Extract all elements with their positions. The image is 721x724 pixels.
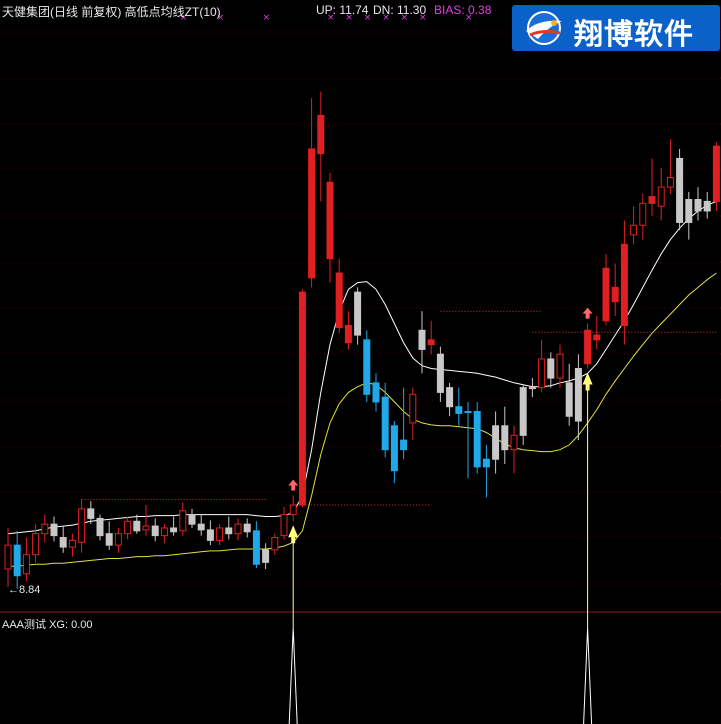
candle-body: [574, 368, 582, 422]
candle-body: [298, 291, 306, 506]
chart-window: ×××××××××××××× 天健集团(日线 前复权) 高低点均线ZT(10) …: [0, 0, 721, 724]
candle-body: [50, 523, 58, 537]
candle-body: [124, 520, 132, 535]
candle-body: [703, 200, 711, 212]
magenta-mark: ×: [263, 13, 271, 23]
candle-body: [68, 539, 76, 548]
candle-body: [593, 334, 601, 341]
candle-body: [289, 504, 297, 516]
candle-body: [160, 527, 168, 537]
candle-body: [59, 537, 67, 548]
bias-value: BIAS: 0.38: [434, 3, 492, 17]
indicator-label: AAA测试 XG: 0.00: [2, 619, 93, 631]
candle-body: [317, 114, 325, 155]
candle-body: [584, 329, 592, 365]
candle-body: [252, 530, 260, 565]
xiangbo-logo: 翔博软件: [512, 5, 720, 51]
candle-body: [225, 527, 233, 535]
candle-body: [262, 549, 270, 563]
candle-body: [381, 396, 389, 451]
candle-body: [676, 157, 684, 223]
candle-body: [4, 544, 12, 570]
up-value: UP: 11.74: [316, 3, 369, 17]
candle-body: [482, 458, 490, 468]
candle-body: [473, 410, 481, 468]
candle-body: [492, 425, 500, 460]
candle-body: [639, 202, 647, 226]
lower-band-line: [8, 272, 717, 567]
candle-body: [620, 243, 628, 327]
up-arrow-icon: [288, 479, 299, 491]
candle-body: [390, 425, 398, 472]
low-price-value: 8.84: [19, 584, 41, 596]
eagle-globe-logo-icon: [526, 11, 562, 45]
dn-value: DN: 11.30: [373, 3, 427, 17]
xg-spike: [288, 627, 298, 724]
candle-body: [280, 514, 288, 537]
xg-spike: [583, 627, 593, 724]
candle-body: [528, 387, 536, 390]
candle-body: [197, 523, 205, 531]
candle-body: [685, 199, 693, 223]
candle-body: [344, 325, 352, 344]
buy-arrow-icon: [288, 525, 299, 544]
candle-body: [400, 439, 408, 451]
upper-band-line: [7, 200, 717, 535]
candle-body: [666, 177, 674, 188]
candle-body: [133, 520, 141, 532]
candle-body: [519, 387, 527, 436]
candle-body: [179, 510, 187, 532]
candle-body: [464, 410, 472, 413]
candle-body: [657, 186, 665, 207]
candle-body: [694, 199, 702, 212]
candle-body: [354, 291, 362, 336]
low-arrow-icon: ←: [8, 584, 19, 596]
candle-body: [271, 537, 279, 551]
candle-body: [13, 544, 21, 577]
candle-body: [32, 533, 40, 556]
candle-body: [87, 508, 95, 519]
candle-body: [547, 358, 555, 379]
candle-body: [372, 382, 380, 403]
candle-body: [455, 406, 463, 414]
candle-body: [170, 527, 178, 533]
candle-body: [363, 339, 371, 395]
up-arrow-icon: [582, 307, 593, 319]
candle-body: [446, 387, 454, 408]
candle-body: [565, 382, 573, 417]
candle-body: [142, 525, 150, 531]
candle-body: [409, 393, 417, 424]
candle-body: [611, 286, 619, 303]
candle-body: [418, 329, 426, 350]
candle-body: [234, 523, 242, 535]
candle-body: [216, 527, 224, 541]
candle-body: [436, 353, 444, 393]
candle-body: [556, 353, 564, 379]
candle-body: [206, 529, 214, 541]
candle-body: [427, 339, 435, 346]
candle-body: [151, 525, 159, 537]
candle-body: [326, 181, 334, 260]
candle-body: [78, 508, 86, 543]
candle-body: [510, 434, 518, 451]
candle-body: [188, 514, 196, 525]
candle-body: [22, 554, 30, 575]
low-price-label: ←8.84: [8, 584, 40, 596]
candle-body: [105, 533, 113, 546]
candle-body: [335, 272, 343, 328]
kline-chart[interactable]: ××××××××××××××: [0, 0, 721, 724]
candle-body: [602, 267, 610, 322]
candle-body: [96, 517, 104, 537]
candle-body: [648, 196, 656, 204]
chart-title: 天健集团(日线 前复权) 高低点均线ZT(10): [2, 5, 221, 19]
candle-body: [630, 224, 638, 236]
candle-body: [308, 148, 316, 279]
candle-body: [114, 533, 122, 546]
candle-body: [538, 358, 546, 389]
logo-text: 翔博软件: [574, 17, 695, 51]
candle-body: [243, 523, 251, 533]
candle-body: [41, 523, 49, 535]
candle-body: [712, 145, 720, 202]
candle-body: [501, 425, 509, 451]
